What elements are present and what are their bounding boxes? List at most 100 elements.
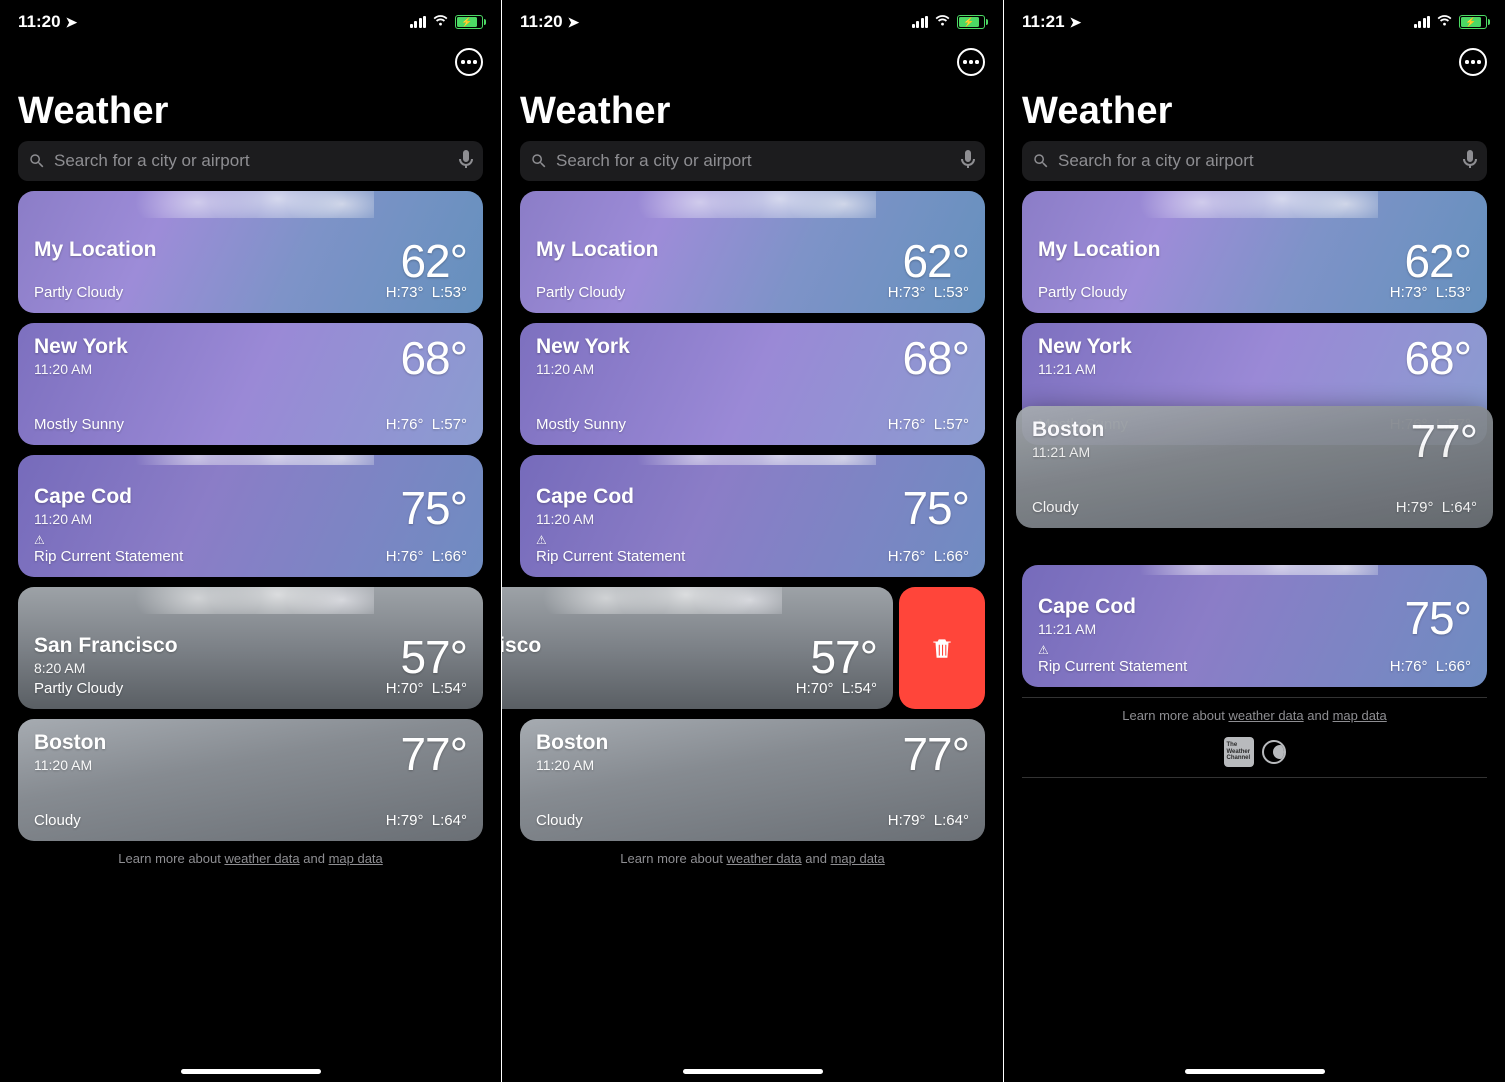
city-name: New York (1038, 335, 1132, 359)
home-indicator[interactable] (1185, 1069, 1325, 1074)
city-time: 11:20 AM (34, 511, 132, 527)
status-time: 11:20 (520, 12, 563, 32)
trash-icon (929, 635, 955, 661)
city-card-new-york[interactable]: New York 11:20 AM 68° Mostly Sunny H:76°… (18, 323, 483, 445)
city-card-my-location[interactable]: My Location 62° Partly Cloudy H:73° L:53… (18, 191, 483, 313)
map-data-link[interactable]: map data (1333, 708, 1387, 723)
app-title: Weather (502, 80, 1003, 141)
cellular-icon (1414, 16, 1431, 28)
city-name: My Location (536, 238, 659, 262)
city-condition: Partly Cloudy (34, 680, 123, 697)
city-temp: 75° (400, 485, 467, 531)
city-temp: 68° (400, 335, 467, 381)
app-title: Weather (0, 80, 501, 141)
city-temp: 77° (902, 731, 969, 777)
more-menu-button[interactable] (1459, 48, 1487, 76)
weather-data-link[interactable]: weather data (224, 851, 299, 866)
map-data-link[interactable]: map data (329, 851, 383, 866)
city-condition: Mostly Sunny (536, 416, 626, 433)
city-card-cape-cod[interactable]: Cape Cod 11:20 AM 75° ⚠Rip Current State… (520, 455, 985, 577)
footer-attribution: Learn more about weather data and map da… (1022, 697, 1487, 778)
city-temp: 57° (810, 634, 877, 680)
status-bar: 11:20 ➤ ⚡ (0, 0, 501, 44)
city-time: 11:21 AM (1032, 444, 1104, 460)
warning-icon: ⚠ (34, 533, 45, 547)
city-card-cape-cod[interactable]: Cape Cod 11:20 AM 75° ⚠Rip Current State… (18, 455, 483, 577)
search-input[interactable]: Search for a city or airport (520, 141, 985, 181)
city-card-my-location[interactable]: My Location 62° Partly Cloudy H:73° L:53… (1022, 191, 1487, 313)
weather-data-link[interactable]: weather data (1228, 708, 1303, 723)
city-condition: Partly Cloudy (34, 284, 123, 301)
city-temp: 75° (902, 485, 969, 531)
dictation-icon[interactable] (1463, 150, 1477, 173)
dictation-icon[interactable] (459, 150, 473, 173)
battery-icon: ⚡ (455, 15, 483, 29)
darksky-logo (1262, 740, 1286, 764)
city-time: 11:20 AM (536, 511, 634, 527)
screen-3: 11:21 ➤ ⚡ Weather Search for a city or a… (1004, 0, 1506, 1082)
city-card-boston-dragging[interactable]: Boston 11:21 AM 77° Cloudy H:79° L:64° (1016, 406, 1493, 528)
swipe-to-delete-row[interactable]: Francisco M 57° loudy H:70° L:54° (520, 587, 985, 709)
city-name: New York (536, 335, 630, 359)
city-name: My Location (34, 238, 157, 262)
city-card-new-york[interactable]: New York 11:20 AM 68° Mostly Sunny H:76°… (520, 323, 985, 445)
city-time: 11:20 AM (34, 757, 106, 773)
city-temp: 62° (1404, 238, 1471, 284)
city-condition: Partly Cloudy (536, 284, 625, 301)
city-name: My Location (1038, 238, 1161, 262)
city-condition: Cloudy (536, 812, 583, 829)
city-time: 11:20 AM (536, 361, 630, 377)
city-time: 11:21 AM (1038, 621, 1136, 637)
city-temp: 57° (400, 634, 467, 680)
more-menu-button[interactable] (455, 48, 483, 76)
city-card-boston[interactable]: Boston 11:20 AM 77° Cloudy H:79° L:64° (520, 719, 985, 841)
city-card-boston[interactable]: Boston 11:20 AM 77° Cloudy H:79° L:64° (18, 719, 483, 841)
map-data-link[interactable]: map data (831, 851, 885, 866)
city-alert: ⚠Rip Current Statement (536, 531, 685, 565)
weather-channel-logo: The Weather Channel (1224, 737, 1254, 767)
city-temp: 62° (400, 238, 467, 284)
city-alert: ⚠Rip Current Statement (1038, 641, 1187, 675)
location-arrow-icon: ➤ (1070, 14, 1082, 31)
city-card-san-francisco-swiped: Francisco M 57° loudy H:70° L:54° (502, 587, 893, 709)
location-arrow-icon: ➤ (66, 14, 78, 31)
city-time: 11:20 AM (536, 757, 608, 773)
city-name: San Francisco (34, 634, 178, 658)
weather-data-link[interactable]: weather data (726, 851, 801, 866)
wifi-icon (934, 14, 951, 31)
city-name: Cape Cod (34, 485, 132, 509)
more-menu-button[interactable] (957, 48, 985, 76)
city-time: 11:21 AM (1038, 361, 1132, 377)
search-placeholder: Search for a city or airport (1058, 151, 1455, 171)
warning-icon: ⚠ (536, 533, 547, 547)
city-name: Cape Cod (536, 485, 634, 509)
city-card-san-francisco[interactable]: San Francisco 8:20 AM 57° Partly Cloudy … (18, 587, 483, 709)
city-card-cape-cod[interactable]: Cape Cod 11:21 AM 75° ⚠Rip Current State… (1022, 565, 1487, 687)
home-indicator[interactable] (683, 1069, 823, 1074)
location-arrow-icon: ➤ (568, 14, 580, 31)
status-time: 11:20 (18, 12, 61, 32)
cellular-icon (912, 16, 929, 28)
city-name: Boston (1032, 418, 1104, 442)
dictation-icon[interactable] (961, 150, 975, 173)
delete-button[interactable] (899, 587, 985, 709)
home-indicator[interactable] (181, 1069, 321, 1074)
wifi-icon (1436, 14, 1453, 31)
battery-icon: ⚡ (1459, 15, 1487, 29)
city-time: 8:20 AM (34, 660, 178, 676)
battery-icon: ⚡ (957, 15, 985, 29)
wifi-icon (432, 14, 449, 31)
search-input[interactable]: Search for a city or airport (1022, 141, 1487, 181)
status-time: 11:21 (1022, 12, 1065, 32)
footer-attribution: Learn more about weather data and map da… (520, 851, 985, 866)
city-name: Francisco (502, 634, 541, 658)
search-icon (530, 152, 548, 170)
city-card-my-location[interactable]: My Location 62° Partly Cloudy H:73° L:53… (520, 191, 985, 313)
city-name: New York (34, 335, 128, 359)
screen-1: 11:20 ➤ ⚡ Weather Search for a city or a… (0, 0, 502, 1082)
city-condition: Cloudy (34, 812, 81, 829)
status-bar: 11:21 ➤ ⚡ (1004, 0, 1505, 44)
search-input[interactable]: Search for a city or airport (18, 141, 483, 181)
search-icon (1032, 152, 1050, 170)
footer-attribution: Learn more about weather data and map da… (18, 851, 483, 866)
